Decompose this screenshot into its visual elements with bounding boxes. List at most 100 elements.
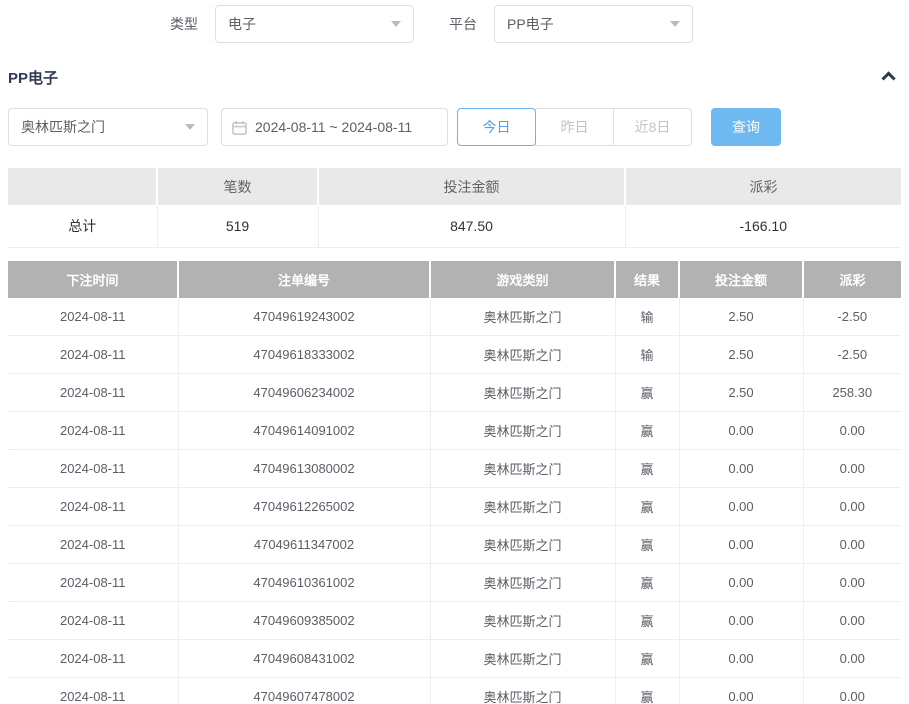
bet-header-cell: 游戏类别 xyxy=(430,261,615,298)
bet-cell: 奥林匹斯之门 xyxy=(430,678,615,704)
bet-cell: 47049611347002 xyxy=(178,526,430,564)
bet-cell: 奥林匹斯之门 xyxy=(430,450,615,488)
bet-cell: 奥林匹斯之门 xyxy=(430,602,615,640)
bet-cell: 47049610361002 xyxy=(178,564,430,602)
game-select[interactable]: 奥林匹斯之门 xyxy=(8,108,208,146)
bet-cell: 47049608431002 xyxy=(178,640,430,678)
date-range-value: 2024-08-11 ~ 2024-08-11 xyxy=(255,119,412,135)
section-header: PP电子 xyxy=(0,66,909,88)
summary-cell: 847.50 xyxy=(318,205,625,247)
bet-cell: 0.00 xyxy=(679,488,803,526)
quick-date-button-2[interactable]: 近8日 xyxy=(613,108,692,146)
bet-cell: 0.00 xyxy=(803,412,901,450)
bet-header-row: 下注时间注单编号游戏类别结果投注金额派彩 xyxy=(8,261,901,298)
bet-cell: 2024-08-11 xyxy=(8,640,178,678)
bet-cell: 奥林匹斯之门 xyxy=(430,412,615,450)
summary-cell: 总计 xyxy=(8,205,157,247)
bet-cell: 0.00 xyxy=(679,564,803,602)
game-select-value: 奥林匹斯之门 xyxy=(21,117,105,137)
bet-cell: 2024-08-11 xyxy=(8,412,178,450)
type-select-value: 电子 xyxy=(228,14,256,34)
platform-select-value: PP电子 xyxy=(507,14,554,34)
bet-cell: 奥林匹斯之门 xyxy=(430,564,615,602)
bet-cell: 47049612265002 xyxy=(178,488,430,526)
bet-cell: 奥林匹斯之门 xyxy=(430,374,615,412)
table-row: 2024-08-1147049609385002奥林匹斯之门赢0.000.00 xyxy=(8,602,901,640)
bet-cell: -2.50 xyxy=(803,336,901,374)
bet-cell: 2024-08-11 xyxy=(8,602,178,640)
bet-table-body: 2024-08-1147049619243002奥林匹斯之门输2.50-2.50… xyxy=(8,298,901,704)
bet-cell: 2.50 xyxy=(679,336,803,374)
bet-cell: 2.50 xyxy=(679,298,803,336)
bet-cell: 赢 xyxy=(615,640,679,678)
bet-cell: 47049606234002 xyxy=(178,374,430,412)
table-row: 2024-08-1147049607478002奥林匹斯之门赢0.000.00 xyxy=(8,678,901,704)
bet-cell: 2024-08-11 xyxy=(8,450,178,488)
bet-cell: 0.00 xyxy=(679,450,803,488)
table-row: 2024-08-1147049613080002奥林匹斯之门赢0.000.00 xyxy=(8,450,901,488)
type-select[interactable]: 电子 xyxy=(215,5,414,43)
summary-total-row: 总计519847.50-166.10 xyxy=(8,205,901,247)
summary-cell: -166.10 xyxy=(625,205,901,247)
platform-label: 平台 xyxy=(449,14,477,34)
bet-cell: 0.00 xyxy=(803,488,901,526)
bet-cell: 0.00 xyxy=(803,640,901,678)
quick-date-button-1[interactable]: 昨日 xyxy=(535,108,614,146)
bet-cell: 赢 xyxy=(615,526,679,564)
chevron-down-icon xyxy=(185,124,195,130)
bet-cell: 258.30 xyxy=(803,374,901,412)
bet-header-cell: 下注时间 xyxy=(8,261,178,298)
query-bar: 奥林匹斯之门 2024-08-11 ~ 2024-08-11 今日昨日近8日 查… xyxy=(8,108,901,146)
summary-table: 笔数投注金额派彩 总计519847.50-166.10 xyxy=(8,168,901,248)
bet-cell: -2.50 xyxy=(803,298,901,336)
bet-cell: 2024-08-11 xyxy=(8,298,178,336)
bet-cell: 2024-08-11 xyxy=(8,564,178,602)
collapse-chevron-up-icon[interactable] xyxy=(882,71,896,85)
bet-cell: 2.50 xyxy=(679,374,803,412)
bet-cell: 0.00 xyxy=(803,678,901,704)
bet-cell: 0.00 xyxy=(679,526,803,564)
bet-cell: 奥林匹斯之门 xyxy=(430,526,615,564)
table-row: 2024-08-1147049610361002奥林匹斯之门赢0.000.00 xyxy=(8,564,901,602)
calendar-icon xyxy=(232,120,247,135)
platform-select[interactable]: PP电子 xyxy=(494,5,693,43)
bet-cell: 47049619243002 xyxy=(178,298,430,336)
bet-cell: 奥林匹斯之门 xyxy=(430,640,615,678)
quick-date-button-0[interactable]: 今日 xyxy=(457,108,536,146)
bet-header-cell: 投注金额 xyxy=(679,261,803,298)
search-button[interactable]: 查询 xyxy=(711,108,781,146)
bet-cell: 输 xyxy=(615,298,679,336)
bet-cell: 0.00 xyxy=(679,640,803,678)
bet-cell: 47049618333002 xyxy=(178,336,430,374)
bet-cell: 0.00 xyxy=(803,564,901,602)
table-row: 2024-08-1147049606234002奥林匹斯之门赢2.50258.3… xyxy=(8,374,901,412)
bet-cell: 47049607478002 xyxy=(178,678,430,704)
summary-header-cell: 投注金额 xyxy=(318,168,625,205)
summary-header-cell: 派彩 xyxy=(625,168,901,205)
bet-cell: 赢 xyxy=(615,488,679,526)
summary-cell: 519 xyxy=(157,205,318,247)
bet-table: 下注时间注单编号游戏类别结果投注金额派彩 2024-08-11470496192… xyxy=(8,261,901,704)
bet-cell: 47049613080002 xyxy=(178,450,430,488)
bet-cell: 0.00 xyxy=(679,602,803,640)
bet-cell: 输 xyxy=(615,336,679,374)
bet-cell: 0.00 xyxy=(803,602,901,640)
bet-cell: 0.00 xyxy=(803,526,901,564)
bet-cell: 0.00 xyxy=(679,412,803,450)
table-row: 2024-08-1147049608431002奥林匹斯之门赢0.000.00 xyxy=(8,640,901,678)
bet-cell: 2024-08-11 xyxy=(8,526,178,564)
bet-header-cell: 注单编号 xyxy=(178,261,430,298)
bet-cell: 赢 xyxy=(615,602,679,640)
table-row: 2024-08-1147049612265002奥林匹斯之门赢0.000.00 xyxy=(8,488,901,526)
top-filter-bar: 类型 电子 平台 PP电子 xyxy=(170,4,909,44)
bet-cell: 奥林匹斯之门 xyxy=(430,298,615,336)
bet-cell: 0.00 xyxy=(679,678,803,704)
date-range-input[interactable]: 2024-08-11 ~ 2024-08-11 xyxy=(221,108,448,146)
bet-cell: 赢 xyxy=(615,374,679,412)
summary-header-cell: 笔数 xyxy=(157,168,318,205)
bet-cell: 2024-08-11 xyxy=(8,374,178,412)
table-row: 2024-08-1147049611347002奥林匹斯之门赢0.000.00 xyxy=(8,526,901,564)
bet-header-cell: 结果 xyxy=(615,261,679,298)
summary-header-row: 笔数投注金额派彩 xyxy=(8,168,901,205)
bet-cell: 47049614091002 xyxy=(178,412,430,450)
